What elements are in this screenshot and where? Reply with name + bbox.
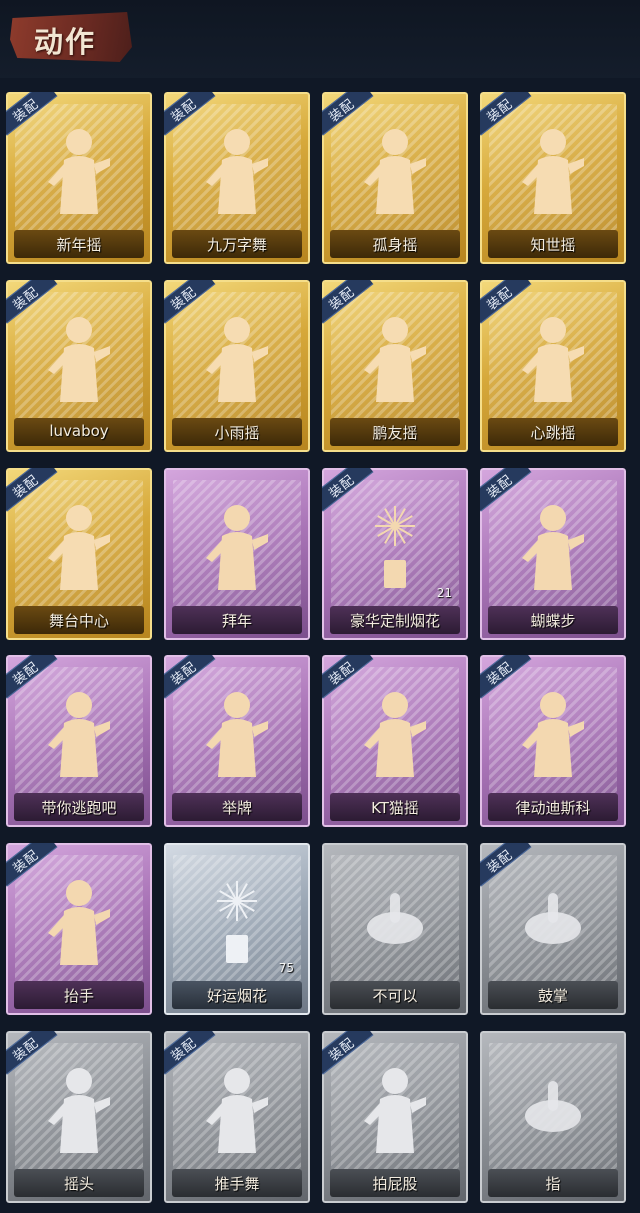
action-card[interactable]: 拜年	[164, 468, 310, 640]
equipped-badge: 装配	[480, 655, 540, 715]
action-label: 蝴蝶步	[530, 612, 576, 630]
action-label: 举牌	[221, 799, 252, 817]
action-label: 豪华定制烟花	[349, 612, 440, 630]
pointing-hand-icon	[525, 1081, 581, 1132]
action-label: 带你逃跑吧	[41, 799, 117, 817]
action-label: 九万字舞	[206, 236, 267, 254]
equipped-badge: 装配	[164, 1031, 224, 1091]
equipped-badge: 装配	[164, 280, 224, 340]
action-card[interactable]: 鹏友摇 装配	[322, 280, 468, 452]
action-card[interactable]: 蝴蝶步 装配	[480, 468, 626, 640]
equipped-badge: 装配	[480, 468, 540, 528]
equipped-badge: 装配	[480, 92, 540, 152]
action-card[interactable]: 好运烟花 75	[164, 843, 310, 1015]
equipped-badge: 装配	[480, 280, 540, 340]
action-label: 拜年	[221, 612, 252, 630]
action-card[interactable]: 律动迪斯科 装配	[480, 655, 626, 827]
action-label: 新年摇	[56, 236, 102, 254]
action-label: 鼓掌	[537, 987, 568, 1005]
action-label: 心跳摇	[530, 424, 576, 442]
action-card[interactable]: 知世摇 装配	[480, 92, 626, 264]
equipped-badge: 装配	[164, 655, 224, 715]
action-label: KT猫摇	[371, 799, 419, 817]
action-label: 知世摇	[530, 236, 576, 254]
action-card[interactable]: 带你逃跑吧 装配	[6, 655, 152, 827]
equipped-badge: 装配	[322, 92, 382, 152]
equipped-badge: 装配	[322, 468, 382, 528]
bow-figure-icon	[206, 505, 268, 590]
action-label: 小雨摇	[214, 424, 260, 442]
action-card[interactable]: 不可以	[322, 843, 468, 1015]
page-title: 动作	[34, 25, 97, 59]
header-bar: 动作	[0, 0, 640, 78]
action-card[interactable]: 拍屁股 装配	[322, 1031, 468, 1203]
equipped-badge: 装配	[164, 92, 224, 152]
action-label: 推手舞	[214, 1175, 260, 1193]
action-card[interactable]: 舞台中心 装配	[6, 468, 152, 640]
action-card[interactable]: 推手舞 装配	[164, 1031, 310, 1203]
action-label: 抬手	[63, 987, 94, 1005]
equipped-badge: 装配	[480, 843, 540, 903]
action-card[interactable]: KT猫摇 装配	[322, 655, 468, 827]
action-label: 不可以	[372, 987, 418, 1005]
action-card[interactable]: 鼓掌 装配	[480, 843, 626, 1015]
finger-wag-icon	[367, 893, 423, 944]
action-label: 孤身摇	[372, 236, 418, 254]
equipped-badge: 装配	[6, 1031, 66, 1091]
action-label: 舞台中心	[48, 612, 109, 630]
action-card[interactable]: 孤身摇 装配	[322, 92, 468, 264]
action-label: 鹏友摇	[372, 424, 418, 442]
action-card[interactable]: 指	[480, 1031, 626, 1203]
equipped-badge: 装配	[322, 1031, 382, 1091]
action-label: 律动迪斯科	[515, 799, 591, 817]
action-card[interactable]: 小雨摇 装配	[164, 280, 310, 452]
equipped-badge: 装配	[322, 655, 382, 715]
item-count: 21	[436, 586, 452, 600]
action-card[interactable]: 豪华定制烟花 21 装配	[322, 468, 468, 640]
equipped-badge: 装配	[6, 655, 66, 715]
equipped-badge: 装配	[6, 92, 66, 152]
item-count: 75	[278, 961, 294, 975]
action-label: 好运烟花	[206, 987, 267, 1005]
action-label: 拍屁股	[372, 1175, 418, 1193]
equipped-badge: 装配	[6, 280, 66, 340]
action-card[interactable]: 举牌 装配	[164, 655, 310, 827]
action-card[interactable]: 新年摇 装配	[6, 92, 152, 264]
action-card[interactable]: luvaboy 装配	[6, 280, 152, 452]
action-label: luvaboy	[49, 422, 109, 440]
action-card[interactable]: 抬手 装配	[6, 843, 152, 1015]
action-card[interactable]: 九万字舞 装配	[164, 92, 310, 264]
action-card[interactable]: 心跳摇 装配	[480, 280, 626, 452]
firework-cylinder-icon	[217, 881, 257, 963]
action-card[interactable]: 摇头 装配	[6, 1031, 152, 1203]
equipped-badge: 装配	[322, 280, 382, 340]
equipped-badge: 装配	[6, 468, 66, 528]
action-label: 摇头	[63, 1175, 94, 1193]
equipped-badge: 装配	[6, 843, 66, 903]
action-label: 指	[545, 1175, 561, 1193]
